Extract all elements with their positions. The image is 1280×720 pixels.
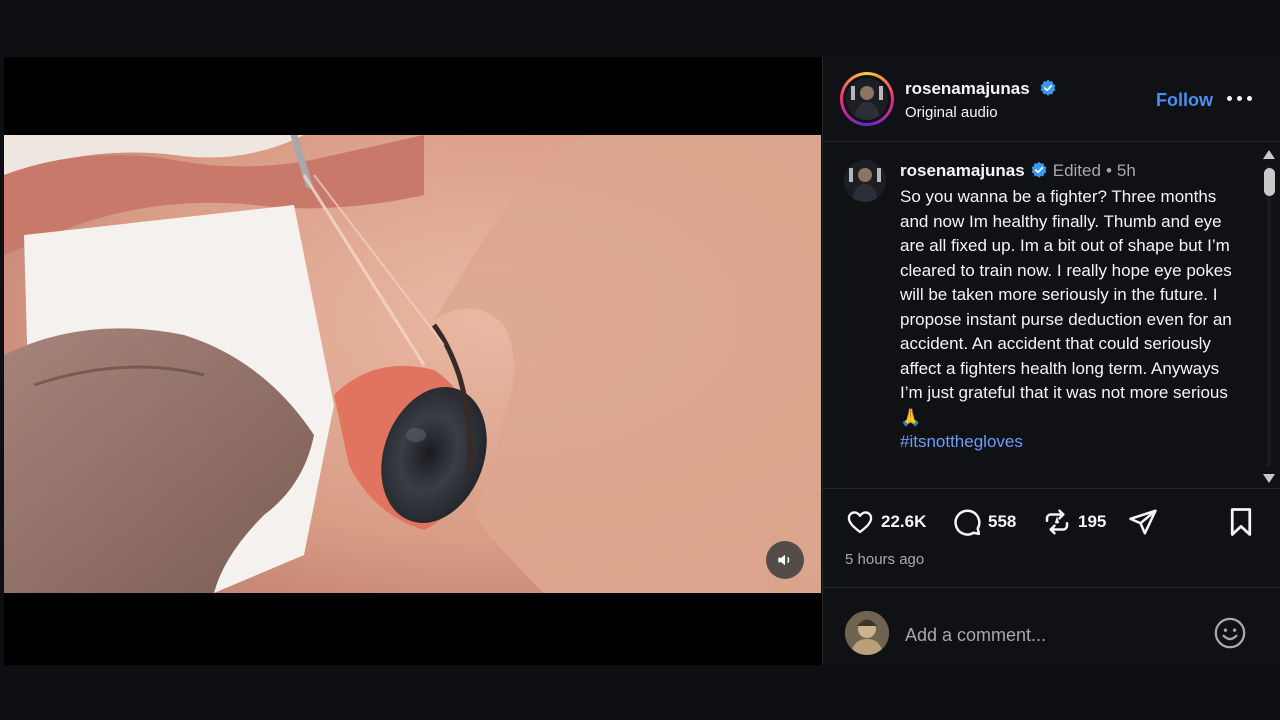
hashtag-link[interactable]: #itsnotthegloves [900, 432, 1023, 451]
share-icon [1129, 509, 1157, 535]
verified-badge-icon [1040, 79, 1056, 96]
comment-count[interactable]: 558 [988, 512, 1016, 532]
edited-label: Edited [1052, 161, 1101, 180]
post-header: rosenamajunas Original audio Follow [823, 57, 1280, 142]
verified-badge-icon [1031, 161, 1047, 178]
post-dialog: rosenamajunas Original audio Follow rose… [4, 57, 1280, 665]
share-button[interactable] [1128, 507, 1158, 537]
audio-label[interactable]: Original audio [905, 104, 998, 121]
author-username[interactable]: rosenamajunas [905, 79, 1030, 98]
more-dot [1237, 96, 1242, 101]
scroll-up-arrow[interactable] [1263, 150, 1275, 159]
caption-text-block: So you wanna be a fighter? Three months … [900, 185, 1238, 455]
caption-section: rosenamajunas Edited • 5h So you wanna be … [823, 142, 1280, 489]
like-button[interactable]: 22.6K [845, 507, 926, 537]
comment-composer [823, 587, 1280, 666]
more-dot [1247, 96, 1252, 101]
caption-avatar-image [844, 160, 886, 202]
repost-icon [1045, 509, 1069, 535]
follow-button[interactable]: Follow [1156, 90, 1213, 111]
emoji-picker-button[interactable] [1213, 616, 1247, 650]
post-actions: 22.6K 558 195 [823, 489, 1280, 545]
caption-scrollbar[interactable] [1261, 146, 1277, 486]
current-user-avatar [845, 611, 889, 655]
comment-icon [954, 509, 981, 536]
comment-button[interactable]: 558 [952, 507, 1016, 537]
caption-username[interactable]: rosenamajunas [900, 161, 1025, 180]
avatar-ring-inner [843, 75, 891, 123]
heart-icon [847, 511, 873, 534]
caption-header: rosenamajunas Edited • 5h [900, 161, 1136, 181]
post-side-panel: rosenamajunas Original audio Follow rose… [822, 57, 1280, 665]
post-timestamp[interactable]: 5 hours ago [845, 551, 924, 568]
caption-age: 5h [1116, 161, 1136, 180]
save-button[interactable] [1228, 507, 1254, 537]
mute-toggle-button[interactable] [766, 541, 804, 579]
caption-avatar[interactable] [844, 160, 886, 202]
avatar-image [846, 78, 888, 120]
story-ring-avatar[interactable] [840, 72, 894, 126]
comment-input[interactable] [903, 621, 1197, 649]
author-username-link[interactable]: rosenamajunas [905, 79, 1057, 99]
video-frame [4, 135, 821, 593]
scrollbar-track [1267, 166, 1271, 466]
bookmark-icon [1230, 508, 1252, 536]
caption-text: So you wanna be a fighter? Three months … [900, 187, 1232, 427]
avatar [846, 78, 888, 120]
scrollbar-thumb[interactable] [1264, 168, 1275, 196]
current-user-avatar-image [845, 611, 889, 655]
video-player[interactable] [4, 135, 821, 593]
repost-button[interactable]: 195 [1042, 507, 1106, 537]
meta-separator: • [1105, 161, 1112, 180]
scroll-down-arrow[interactable] [1263, 474, 1275, 483]
repost-count[interactable]: 195 [1078, 512, 1106, 532]
post-media [4, 57, 821, 665]
more-dot [1227, 96, 1232, 101]
more-options-button[interactable] [1227, 87, 1253, 107]
volume-icon [778, 554, 790, 566]
emoji-icon [1214, 617, 1246, 649]
like-count[interactable]: 22.6K [881, 512, 926, 532]
